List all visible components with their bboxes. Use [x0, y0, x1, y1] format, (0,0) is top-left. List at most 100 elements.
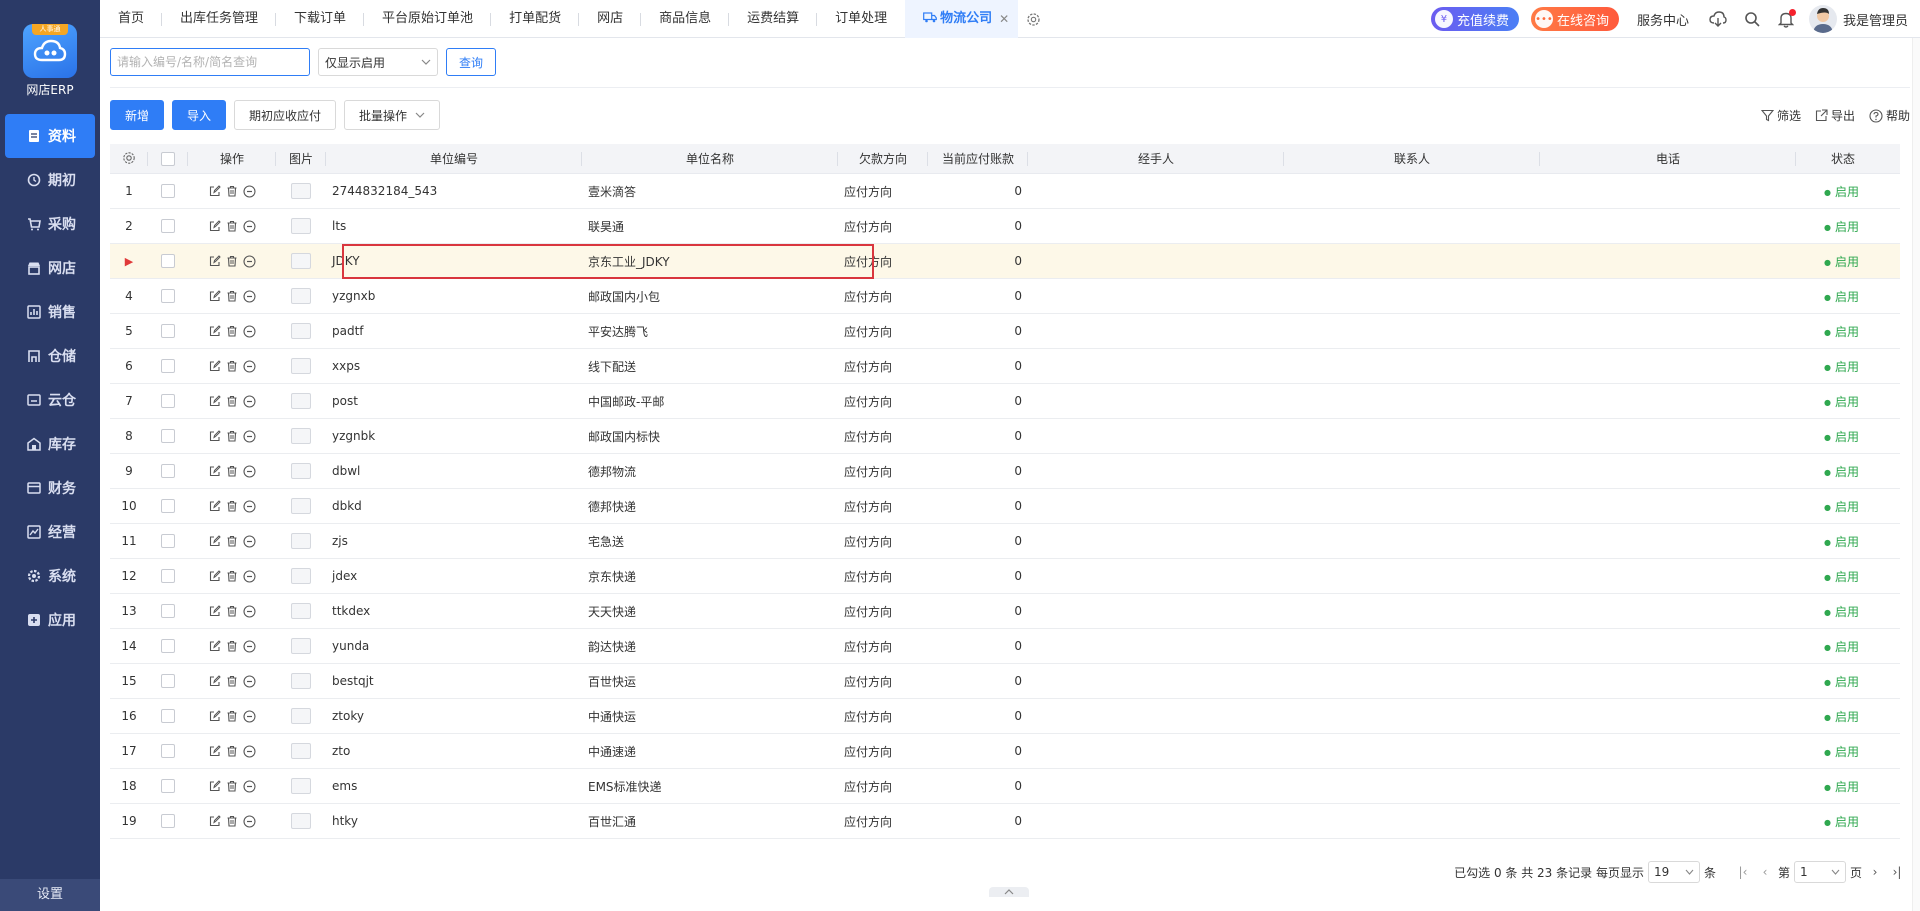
recharge-button[interactable]: ¥ 充值续费	[1430, 7, 1519, 31]
sidebar-item-8[interactable]: 财务	[0, 466, 100, 510]
header-amount[interactable]: 当前应付账款	[928, 144, 1028, 174]
delete-icon[interactable]	[226, 430, 238, 443]
table-row[interactable]: 15 bestqjt 百世快运 应付方向 0 启用	[110, 664, 1900, 699]
edit-icon[interactable]	[209, 464, 221, 478]
first-page-icon[interactable]: |‹	[1734, 861, 1752, 883]
row-checkbox[interactable]	[161, 324, 175, 338]
more-icon[interactable]	[242, 779, 256, 793]
prev-page-icon[interactable]: ‹	[1756, 861, 1774, 883]
select-all-checkbox[interactable]	[161, 151, 175, 166]
delete-icon[interactable]	[226, 465, 238, 478]
header-status[interactable]: 状态	[1796, 144, 1890, 174]
sidebar-item-7[interactable]: 库存	[0, 422, 100, 466]
table-row[interactable]: 16 ztoky 中通快运 应付方向 0 启用	[110, 699, 1900, 734]
edit-icon[interactable]	[209, 499, 221, 513]
delete-icon[interactable]	[226, 710, 238, 723]
row-checkbox[interactable]	[161, 254, 175, 268]
row-checkbox[interactable]	[161, 709, 175, 723]
edit-icon[interactable]	[209, 674, 221, 688]
header-code[interactable]: 单位编号	[326, 144, 582, 174]
opening-balance-button[interactable]: 期初应收应付	[234, 100, 337, 130]
table-row[interactable]: 4 yzgnxb 邮政国内小包 应付方向 0 启用	[110, 279, 1900, 314]
table-row[interactable]: 1 2744832184_543 壹米滴答 应付方向 0 启用	[110, 174, 1900, 209]
more-icon[interactable]	[242, 674, 256, 688]
next-page-icon[interactable]: ›	[1866, 861, 1884, 883]
table-row[interactable]: 8 yzgnbk 邮政国内标快 应付方向 0 启用	[110, 419, 1900, 454]
sidebar-item-5[interactable]: 仓储	[0, 334, 100, 378]
delete-icon[interactable]	[226, 500, 238, 513]
sidebar-item-2[interactable]: 采购	[0, 202, 100, 246]
table-row[interactable]: 9 dbwl 德邦物流 应付方向 0 启用	[110, 454, 1900, 489]
row-checkbox[interactable]	[161, 639, 175, 653]
table-row[interactable]: 14 yunda 韵达快递 应付方向 0 启用	[110, 629, 1900, 664]
table-row[interactable]: 5 padtf 平安达腾飞 应付方向 0 启用	[110, 314, 1900, 349]
delete-icon[interactable]	[226, 325, 238, 338]
tab-6[interactable]: 商品信息	[641, 0, 730, 38]
tab-settings-icon[interactable]	[1018, 0, 1048, 38]
table-row[interactable]: 17 zto 中通速递 应付方向 0 启用	[110, 734, 1900, 769]
row-checkbox[interactable]	[161, 184, 175, 198]
header-direction[interactable]: 欠款方向	[838, 144, 928, 174]
edit-icon[interactable]	[209, 744, 221, 758]
vertical-scrollbar[interactable]	[1912, 38, 1920, 911]
more-icon[interactable]	[242, 464, 256, 478]
sidebar-item-0[interactable]: 资料	[5, 114, 95, 158]
table-row[interactable]: 19 htky 百世汇通 应付方向 0 启用	[110, 804, 1900, 839]
row-checkbox[interactable]	[161, 744, 175, 758]
row-checkbox[interactable]	[161, 464, 175, 478]
sidebar-item-4[interactable]: 销售	[0, 290, 100, 334]
edit-icon[interactable]	[209, 219, 221, 233]
row-checkbox[interactable]	[161, 394, 175, 408]
cloud-download-icon[interactable]	[1707, 8, 1729, 30]
delete-icon[interactable]	[226, 780, 238, 793]
tab-5[interactable]: 网店	[579, 0, 642, 38]
edit-icon[interactable]	[209, 324, 221, 338]
tab-7[interactable]: 运费结算	[729, 0, 818, 38]
page-size-select[interactable]: 19	[1647, 861, 1700, 883]
more-icon[interactable]	[242, 639, 256, 653]
table-row[interactable]: 7 post 中国邮政-平邮 应付方向 0 启用	[110, 384, 1900, 419]
row-checkbox[interactable]	[161, 779, 175, 793]
more-icon[interactable]	[242, 744, 256, 758]
more-icon[interactable]	[242, 604, 256, 618]
row-checkbox[interactable]	[161, 429, 175, 443]
edit-icon[interactable]	[209, 779, 221, 793]
delete-icon[interactable]	[226, 605, 238, 618]
edit-icon[interactable]	[209, 359, 221, 373]
edit-icon[interactable]	[209, 289, 221, 303]
more-icon[interactable]	[242, 814, 256, 828]
table-row[interactable]: 10 dbkd 德邦快递 应付方向 0 启用	[110, 489, 1900, 524]
tab-2[interactable]: 下载订单	[276, 0, 365, 38]
delete-icon[interactable]	[226, 185, 238, 198]
row-checkbox[interactable]	[161, 604, 175, 618]
table-row[interactable]: ▶ JDKY 京东工业_JDKY 应付方向 0 启用	[110, 244, 1900, 279]
tab-4[interactable]: 打单配货	[491, 0, 580, 38]
filter-button[interactable]: 筛选	[1760, 107, 1801, 124]
delete-icon[interactable]	[226, 535, 238, 548]
delete-icon[interactable]	[226, 640, 238, 653]
user-menu[interactable]: 我是管理员	[1808, 5, 1908, 33]
table-row[interactable]: 2 lts 联昊通 应付方向 0 启用	[110, 209, 1900, 244]
table-row[interactable]: 12 jdex 京东快递 应付方向 0 启用	[110, 559, 1900, 594]
edit-icon[interactable]	[209, 604, 221, 618]
add-button[interactable]: 新增	[110, 100, 165, 130]
edit-icon[interactable]	[209, 254, 221, 268]
row-checkbox[interactable]	[161, 674, 175, 688]
help-button[interactable]: 帮助	[1869, 107, 1910, 124]
delete-icon[interactable]	[226, 360, 238, 373]
delete-icon[interactable]	[226, 745, 238, 758]
delete-icon[interactable]	[226, 255, 238, 268]
row-checkbox[interactable]	[161, 534, 175, 548]
sidebar-item-3[interactable]: 网店	[0, 246, 100, 290]
more-icon[interactable]	[242, 429, 256, 443]
search-icon[interactable]	[1741, 8, 1763, 30]
query-button[interactable]: 查询	[446, 48, 497, 76]
delete-icon[interactable]	[226, 815, 238, 828]
more-icon[interactable]	[242, 184, 256, 198]
more-icon[interactable]	[242, 324, 256, 338]
edit-icon[interactable]	[209, 814, 221, 828]
batch-operation-button[interactable]: 批量操作	[344, 100, 441, 130]
tab-8[interactable]: 订单处理	[817, 0, 905, 38]
tab-0[interactable]: 首页	[100, 0, 163, 38]
more-icon[interactable]	[242, 569, 256, 583]
